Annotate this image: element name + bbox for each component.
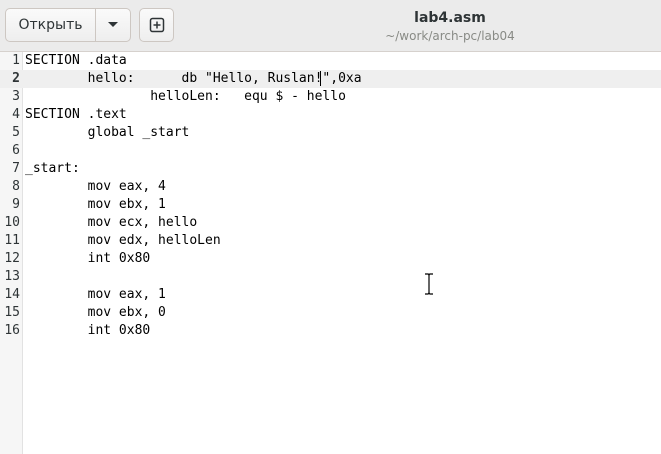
header-bar: Открыть lab4.asm ~/work/arch-pc/lab04 (0, 0, 661, 52)
line-text: mov ebx, 0 (25, 305, 166, 320)
line-number: 6 (12, 143, 20, 158)
line-number: 9 (12, 197, 20, 212)
open-button-group: Открыть (5, 8, 131, 42)
code-line[interactable]: 9 mov ebx, 1 (0, 196, 661, 214)
window-title-block: lab4.asm ~/work/arch-pc/lab04 (300, 9, 600, 44)
line-number: 11 (4, 233, 20, 248)
line-number: 2 (12, 71, 20, 86)
line-number: 16 (4, 323, 20, 338)
new-tab-button[interactable] (139, 8, 174, 42)
code-line[interactable]: 2 hello: db "Hello, Ruslan!",0xa (0, 70, 661, 88)
code-line[interactable]: 16 int 0x80 (0, 322, 661, 340)
code-line[interactable]: 4 SECTION .text (0, 106, 661, 124)
line-text: SECTION .data (25, 53, 127, 68)
code-line[interactable]: 15 mov ebx, 0 (0, 304, 661, 322)
code-line[interactable]: 14 mov eax, 1 (0, 286, 661, 304)
text-caret (320, 71, 321, 86)
line-number: 10 (4, 215, 20, 230)
code-line[interactable]: 3 helloLen: equ $ - hello (0, 88, 661, 106)
line-text: mov eax, 4 (25, 179, 166, 194)
chevron-down-icon (108, 22, 118, 27)
line-text: mov ebx, 1 (25, 197, 166, 212)
line-text: int 0x80 (25, 323, 151, 338)
code-line[interactable]: 12 int 0x80 (0, 250, 661, 268)
code-line[interactable]: 13 (0, 268, 661, 286)
line-number: 4 (12, 107, 20, 122)
document-path: ~/work/arch-pc/lab04 (385, 29, 515, 43)
line-text: mov eax, 1 (25, 287, 166, 302)
line-text: mov ecx, hello (25, 215, 198, 230)
line-number: 5 (12, 125, 20, 140)
line-text: hello: db "Hello, Ruslan!",0xa (25, 71, 362, 86)
line-number: 15 (4, 305, 20, 320)
new-tab-icon (149, 17, 164, 33)
line-text: mov edx, helloLen (25, 233, 221, 248)
code-line[interactable]: 5 global _start (0, 124, 661, 142)
line-number: 7 (12, 161, 20, 176)
line-text: global _start (25, 125, 190, 140)
open-button[interactable]: Открыть (6, 9, 96, 41)
code-line[interactable]: 7 _start: (0, 160, 661, 178)
line-number: 13 (4, 269, 20, 284)
line-number: 12 (4, 251, 20, 266)
line-number: 3 (12, 89, 20, 104)
line-text: _start: (25, 161, 80, 176)
document-title: lab4.asm (414, 10, 486, 26)
line-number: 8 (12, 179, 20, 194)
code-line[interactable]: 8 mov eax, 4 (0, 178, 661, 196)
code-line[interactable]: 1 SECTION .data (0, 52, 661, 70)
code-line[interactable]: 10 mov ecx, hello (0, 214, 661, 232)
line-text: int 0x80 (25, 251, 151, 266)
code-line[interactable]: 6 (0, 142, 661, 160)
line-text: SECTION .text (25, 107, 127, 122)
text-cursor-icon (425, 273, 433, 295)
open-menu-button[interactable] (96, 9, 130, 41)
code-line[interactable]: 11 mov edx, helloLen (0, 232, 661, 250)
code-editor[interactable]: 1 SECTION .data 2 hello: db "Hello, Ruslan… (0, 52, 661, 454)
line-text: helloLen: equ $ - hello (25, 89, 346, 104)
line-number: 1 (12, 53, 20, 68)
line-number: 14 (4, 287, 20, 302)
